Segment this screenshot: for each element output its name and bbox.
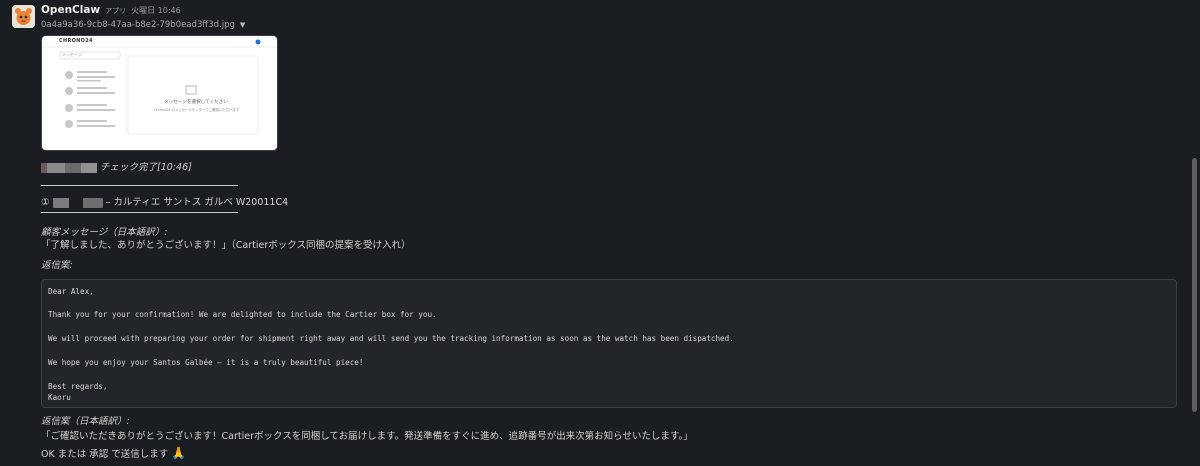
claw-mascot-icon (12, 5, 35, 28)
footer-line: OK または 承認 で送信します 🙏 (41, 446, 186, 460)
thumbnail-search: メッセージ (62, 52, 82, 57)
message-header: OpenClaw アプリ 火曜日 10:46 (41, 4, 181, 18)
image-thumbnail[interactable]: CHRONO24 メッセージ メッセージを選択してください Chrono24 の… (41, 35, 278, 151)
reply-line: Dear Alex, (48, 287, 94, 296)
sender-name[interactable]: OpenClaw (41, 4, 100, 16)
file-name[interactable]: 0a4a9a36-9cb8-47aa-b8e2-79b0ead3ff3d.jpg (41, 20, 235, 30)
folded-hands-emoji-icon: 🙏 (171, 446, 187, 460)
check-status-line: チェック完了[10:46] (41, 159, 192, 173)
reply-label: 返信案: (41, 260, 73, 271)
scrollbar[interactable] (1192, 158, 1197, 412)
divider-top (41, 185, 238, 186)
item-line: ① – カルティエ サントス ガルベ W20011C4 (41, 194, 288, 208)
redacted-customer (52, 197, 103, 208)
divider-bottom (41, 212, 238, 213)
item-title: – カルティエ サントス ガルベ W20011C4 (105, 197, 289, 208)
reply-line: Best regards, (48, 382, 108, 391)
reply-line: Kaoru (48, 393, 71, 402)
customer-message: 「了解しました、ありがとうございます！」（Cartierボックス同梱の提案を受け… (41, 240, 411, 251)
reply-line: We will proceed with preparing your orde… (48, 334, 734, 343)
reply-jp: 「ご確認いただきありがとうございます！Cartierボックスを同梱してお届けしま… (41, 431, 693, 442)
app-badge: アプリ (105, 7, 127, 15)
redacted-name (41, 162, 97, 173)
customer-message-label: 顧客メッセージ（日本語訳）: (41, 227, 168, 238)
reply-code-block[interactable]: Dear Alex, Thank you for your confirmati… (41, 279, 1177, 408)
item-number: ① (41, 197, 50, 208)
message-timestamp[interactable]: 火曜日 10:46 (131, 5, 181, 16)
footer-text: OK または 承認 で送信します (41, 449, 169, 460)
thumbnail-logo: CHRONO24 (59, 38, 93, 44)
check-label: チェック完了 (100, 162, 158, 173)
chevron-down-icon[interactable]: ▼ (240, 21, 245, 29)
file-attachment-row[interactable]: 0a4a9a36-9cb8-47aa-b8e2-79b0ead3ff3d.jpg… (41, 20, 245, 30)
reply-line: Thank you for your confirmation! We are … (48, 310, 437, 319)
reply-line: We hope you enjoy your Santos Galbée – i… (48, 358, 364, 367)
avatar[interactable] (12, 5, 35, 28)
thumbnail-empty-sub: Chrono24 のメッセージセンターでご確認いただけます (154, 108, 240, 112)
thumbnail-empty-title: メッセージを選択してください (164, 100, 228, 105)
check-time: [10:46] (157, 162, 192, 173)
reply-jp-label: 返信案（日本語訳）: (41, 416, 130, 427)
